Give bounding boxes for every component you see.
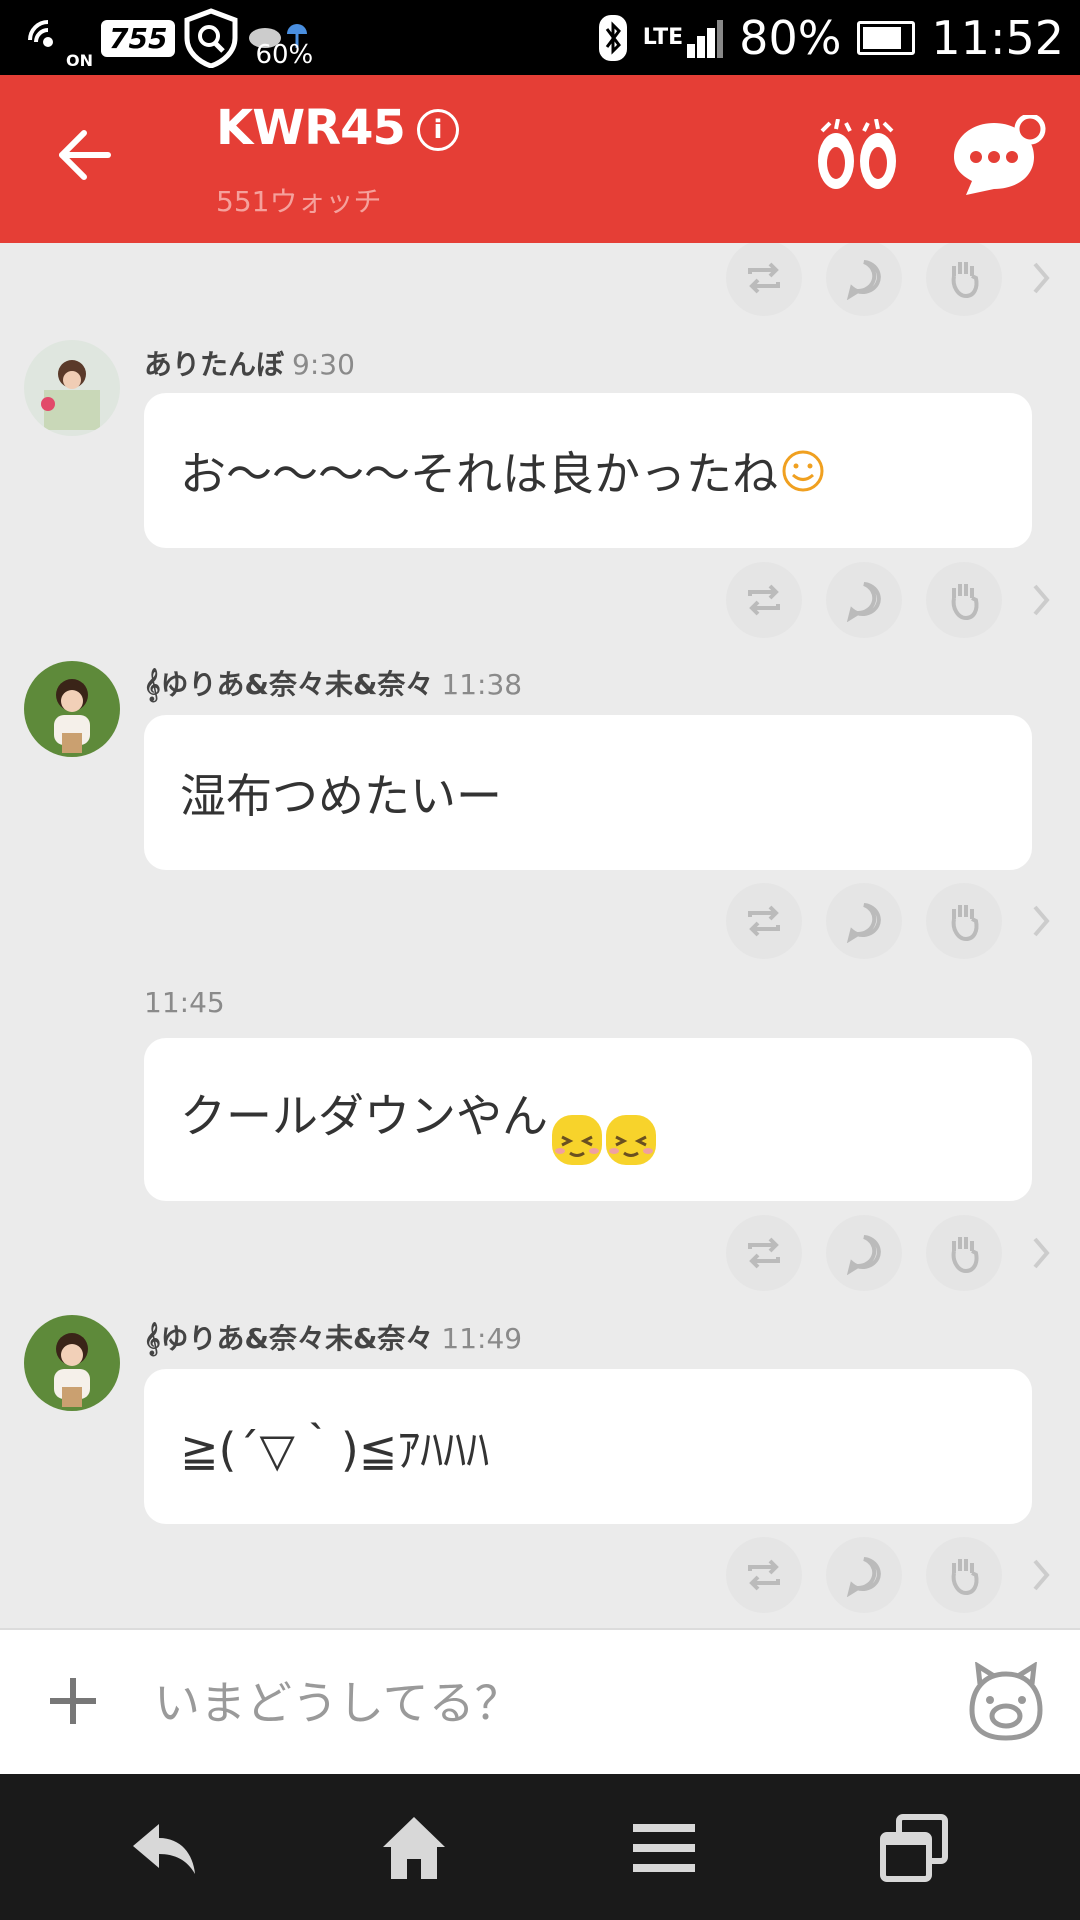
applause-button[interactable] — [926, 883, 1002, 959]
message-feed[interactable]: ありたんぼ 9:30 お〜〜〜〜それは良かったね 𝄞ゆりあ&奈々未&奈々 11:38… — [0, 243, 1080, 1628]
applause-icon — [951, 262, 979, 299]
applause-icon — [951, 905, 979, 942]
action-row — [726, 1535, 1056, 1615]
network-type: LTE — [642, 24, 684, 50]
chevron-right-icon — [1033, 905, 1050, 937]
signal-icon — [687, 19, 724, 58]
avatar[interactable] — [24, 340, 120, 436]
stamp-pig-icon[interactable] — [968, 1662, 1044, 1742]
reply-icon — [846, 582, 881, 622]
repost-button[interactable] — [726, 1537, 802, 1613]
more-button[interactable] — [1026, 253, 1056, 303]
menu-icon — [633, 1824, 695, 1872]
back-icon — [133, 1824, 195, 1874]
message-text: 湿布つめたいー — [180, 768, 502, 823]
reply-button[interactable] — [826, 1537, 902, 1613]
reply-button[interactable] — [826, 883, 902, 959]
applause-button[interactable] — [926, 1537, 1002, 1613]
composer-bar — [0, 1628, 1080, 1774]
precipitation-text: 60% — [255, 40, 314, 70]
timestamp: 11:49 — [441, 1322, 523, 1355]
talk-bubble-icon[interactable] — [950, 115, 1046, 199]
nfc-label: ON — [66, 51, 93, 70]
battery-percent: 80% — [739, 10, 842, 65]
repost-button[interactable] — [726, 1215, 802, 1291]
action-row — [726, 881, 1056, 961]
message-bubble[interactable]: クールダウンやん — [144, 1038, 1032, 1201]
reply-icon — [846, 1235, 881, 1275]
reply-icon — [846, 260, 881, 300]
post-input[interactable] — [152, 1660, 936, 1746]
repost-button[interactable] — [726, 243, 802, 316]
reply-icon — [846, 903, 881, 943]
status-bar: ON 755 60% LTE 80% 11:52 — [0, 0, 1080, 75]
battery-icon — [857, 20, 916, 55]
applause-button[interactable] — [926, 1215, 1002, 1291]
action-row — [726, 560, 1056, 640]
watch-count[interactable]: 551ウォッチ — [216, 180, 381, 220]
watch-eyes-icon[interactable] — [814, 119, 900, 195]
nav-recent-apps-button[interactable] — [874, 1810, 954, 1886]
message-text: クールダウンやん — [180, 1088, 548, 1143]
reply-icon — [846, 1557, 881, 1597]
home-icon — [383, 1817, 445, 1879]
chevron-right-icon — [1033, 1559, 1050, 1591]
repost-icon — [748, 905, 780, 937]
message-text: ≧(´▽｀)≦ｱﾊﾊﾊ — [180, 1422, 490, 1477]
app-header: KWR45 i 551ウォッチ — [0, 75, 1080, 243]
chevron-right-icon — [1033, 1237, 1050, 1269]
more-button[interactable] — [1026, 896, 1056, 946]
bluetooth-icon — [598, 14, 627, 61]
reply-button[interactable] — [826, 1215, 902, 1291]
repost-button[interactable] — [726, 883, 802, 959]
chevron-right-icon — [1033, 262, 1050, 294]
applause-button[interactable] — [926, 243, 1002, 316]
more-button[interactable] — [1026, 1228, 1056, 1278]
timestamp: 11:45 — [144, 986, 225, 1019]
message-text: お〜〜〜〜それは良かったね — [180, 446, 778, 501]
clock: 11:52 — [931, 10, 1064, 65]
nfc-icon — [28, 20, 53, 47]
applause-button[interactable] — [926, 562, 1002, 638]
recent-apps-icon — [880, 1814, 948, 1882]
app-badge: 755 — [101, 19, 176, 57]
applause-icon — [951, 1559, 979, 1596]
repost-icon — [748, 262, 780, 294]
reply-button[interactable] — [826, 243, 902, 316]
action-row — [726, 243, 1056, 318]
author-name[interactable]: 𝄞ゆりあ&奈々未&奈々 — [144, 1322, 433, 1355]
nav-back-button[interactable] — [124, 1810, 204, 1886]
repost-icon — [748, 584, 780, 616]
smiley-emoji-icon — [782, 450, 824, 491]
plus-icon[interactable] — [46, 1674, 100, 1728]
author-name[interactable]: ありたんぼ — [144, 348, 284, 381]
message-bubble[interactable]: 湿布つめたいー — [144, 715, 1032, 870]
action-row — [726, 1213, 1056, 1293]
back-arrow-icon[interactable] — [56, 125, 116, 185]
chevron-right-icon — [1033, 584, 1050, 616]
avatar[interactable] — [24, 661, 120, 757]
nav-home-button[interactable] — [374, 1810, 454, 1886]
timestamp: 9:30 — [292, 348, 355, 381]
message-bubble[interactable]: ≧(´▽｀)≦ｱﾊﾊﾊ — [144, 1369, 1032, 1524]
nav-menu-button[interactable] — [624, 1810, 704, 1886]
repost-icon — [748, 1559, 780, 1591]
repost-icon — [748, 1237, 780, 1269]
message-bubble[interactable]: お〜〜〜〜それは良かったね — [144, 393, 1032, 548]
blush-face-emoji-icon — [552, 1114, 656, 1165]
more-button[interactable] — [1026, 1550, 1056, 1600]
shield-search-icon — [184, 8, 238, 68]
repost-button[interactable] — [726, 562, 802, 638]
applause-icon — [951, 584, 979, 621]
system-nav-bar — [0, 1774, 1080, 1920]
avatar[interactable] — [24, 1315, 120, 1411]
reply-button[interactable] — [826, 562, 902, 638]
timestamp: 11:38 — [441, 668, 523, 701]
page-title: KWR45 — [216, 100, 406, 156]
applause-icon — [951, 1237, 979, 1274]
more-button[interactable] — [1026, 575, 1056, 625]
author-name[interactable]: 𝄞ゆりあ&奈々未&奈々 — [144, 668, 433, 701]
info-icon[interactable]: i — [417, 109, 459, 151]
